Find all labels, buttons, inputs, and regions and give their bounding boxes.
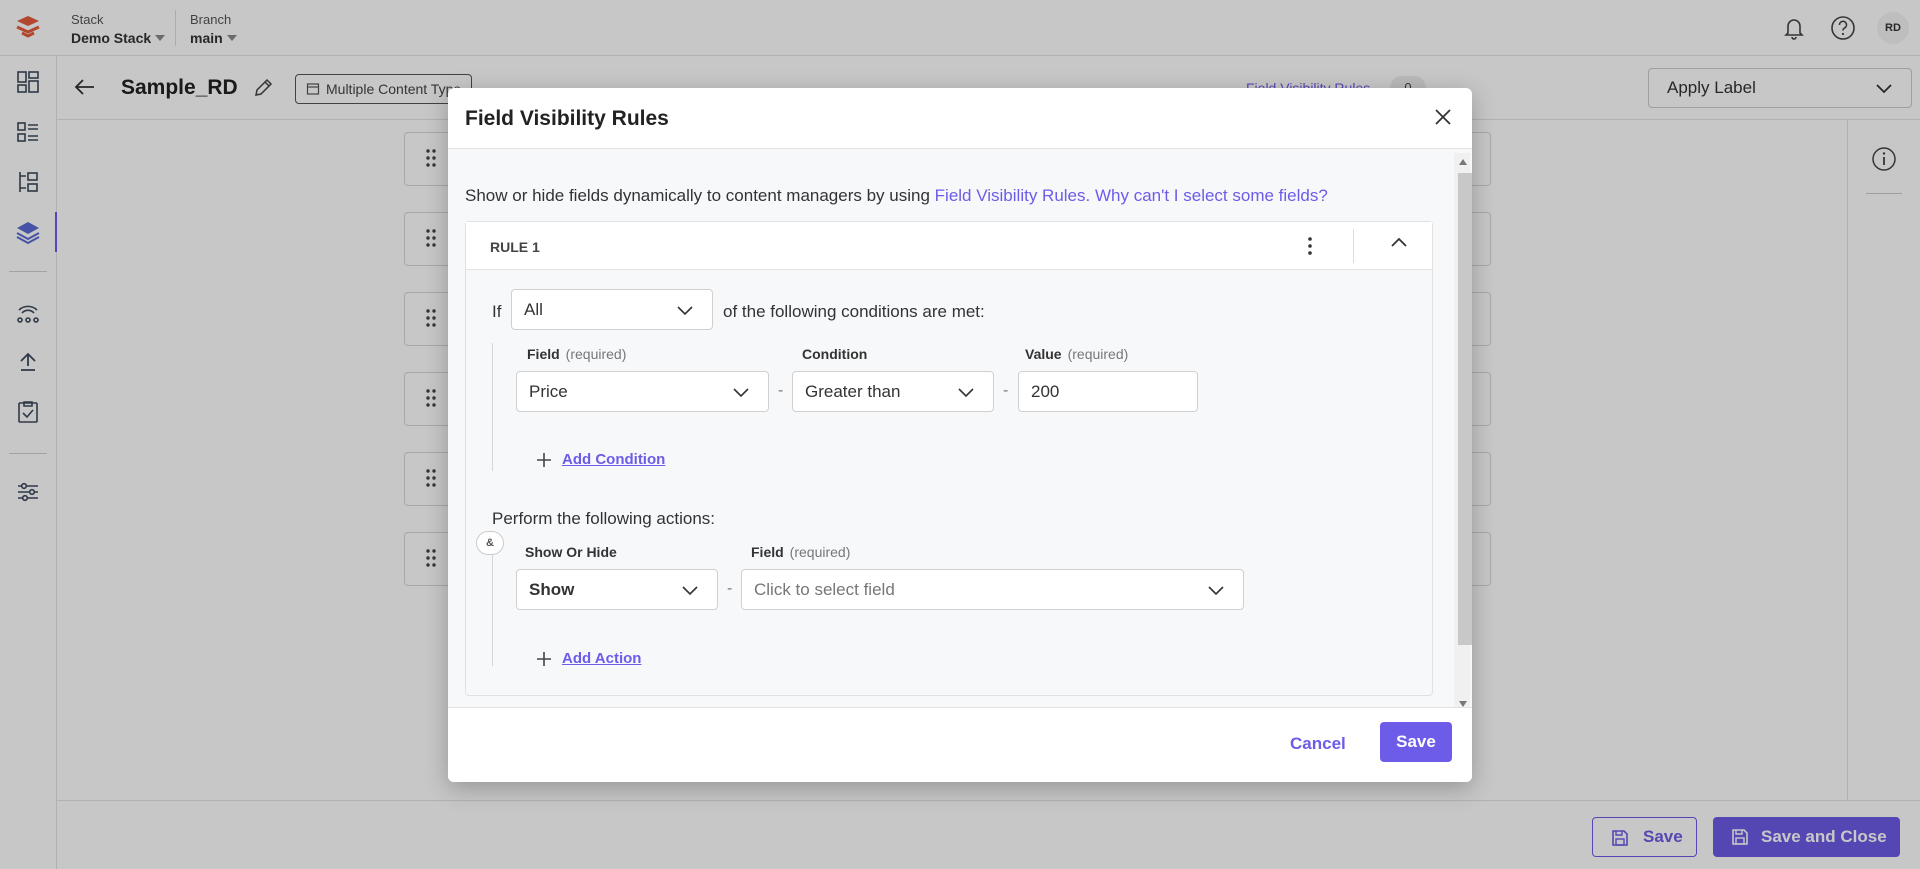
- scrollbar-thumb[interactable]: [1458, 173, 1472, 645]
- condition-label: Condition: [802, 346, 868, 362]
- if-label: If: [492, 302, 502, 321]
- condition-field-value: Price: [529, 382, 568, 401]
- show-hide-label: Show Or Hide: [525, 544, 617, 560]
- why-cant-select-fields-link[interactable]: Why can't I select some fields?: [1095, 186, 1328, 205]
- show-hide-select[interactable]: Show: [516, 569, 718, 610]
- action-field-placeholder: Click to select field: [754, 580, 895, 599]
- condition-value-text: 200: [1031, 382, 1060, 401]
- close-icon[interactable]: [1432, 106, 1454, 128]
- action-field-label-text: Field: [751, 544, 784, 560]
- modal-title: Field Visibility Rules: [465, 107, 669, 130]
- required-hint: (required): [565, 346, 627, 362]
- match-type-value: All: [524, 300, 543, 319]
- rule-title: RULE 1: [490, 239, 540, 255]
- condition-operator-value: Greater than: [805, 382, 901, 401]
- condition-value-input[interactable]: 200: [1018, 371, 1198, 412]
- chevron-down-icon: [958, 388, 974, 398]
- chevron-down-icon: [1208, 586, 1224, 596]
- rule-card: RULE 1 If All of the following condition…: [465, 221, 1433, 696]
- conditions-text: of the following conditions are met:: [723, 302, 985, 321]
- separator-dash: -: [727, 580, 733, 597]
- modal-body: Show or hide fields dynamically to conte…: [448, 149, 1472, 707]
- action-field-select[interactable]: Click to select field: [741, 569, 1244, 610]
- match-type-select[interactable]: All: [511, 289, 713, 330]
- condition-field-select[interactable]: Price: [516, 371, 769, 412]
- field-label: Field (required): [527, 346, 626, 362]
- actions-text: Perform the following actions:: [492, 509, 715, 528]
- required-hint: (required): [789, 544, 851, 560]
- field-label-text: Field: [527, 346, 560, 362]
- modal-footer: Cancel Save: [448, 707, 1472, 782]
- intro-text-body: Show or hide fields dynamically to conte…: [465, 186, 935, 205]
- plus-icon[interactable]: [536, 651, 552, 667]
- chevron-down-icon: [733, 388, 749, 398]
- scroll-up-arrow-icon[interactable]: [1459, 159, 1467, 165]
- field-visibility-rules-doc-link[interactable]: Field Visibility Rules.: [935, 186, 1091, 205]
- divider: [1353, 229, 1354, 263]
- separator-dash: -: [1003, 382, 1009, 399]
- scrollbar[interactable]: [1454, 153, 1472, 707]
- intro-text: Show or hide fields dynamically to conte…: [465, 186, 1328, 206]
- separator-dash: -: [778, 382, 784, 399]
- modal-save-button[interactable]: Save: [1380, 722, 1452, 762]
- value-label-text: Value: [1025, 346, 1062, 362]
- chevron-up-icon[interactable]: [1390, 236, 1408, 248]
- required-hint: (required): [1067, 346, 1129, 362]
- field-visibility-rules-modal: Field Visibility Rules Show or hide fiel…: [448, 88, 1472, 782]
- condition-group-line: [492, 343, 493, 471]
- chevron-down-icon: [677, 306, 693, 316]
- condition-operator-select[interactable]: Greater than: [792, 371, 994, 412]
- action-field-label: Field (required): [751, 544, 850, 560]
- add-condition-link[interactable]: Add Condition: [562, 451, 665, 468]
- action-operator-badge: &: [476, 531, 504, 555]
- chevron-down-icon: [682, 586, 698, 596]
- plus-icon[interactable]: [536, 452, 552, 468]
- modal-header: Field Visibility Rules: [448, 88, 1472, 149]
- action-group-line: [492, 540, 493, 666]
- show-hide-value: Show: [529, 580, 575, 599]
- cancel-button[interactable]: Cancel: [1290, 734, 1346, 754]
- value-label: Value (required): [1025, 346, 1128, 362]
- add-action-link[interactable]: Add Action: [562, 650, 641, 667]
- rule-header: RULE 1: [466, 222, 1432, 270]
- more-options-icon[interactable]: [1305, 234, 1315, 258]
